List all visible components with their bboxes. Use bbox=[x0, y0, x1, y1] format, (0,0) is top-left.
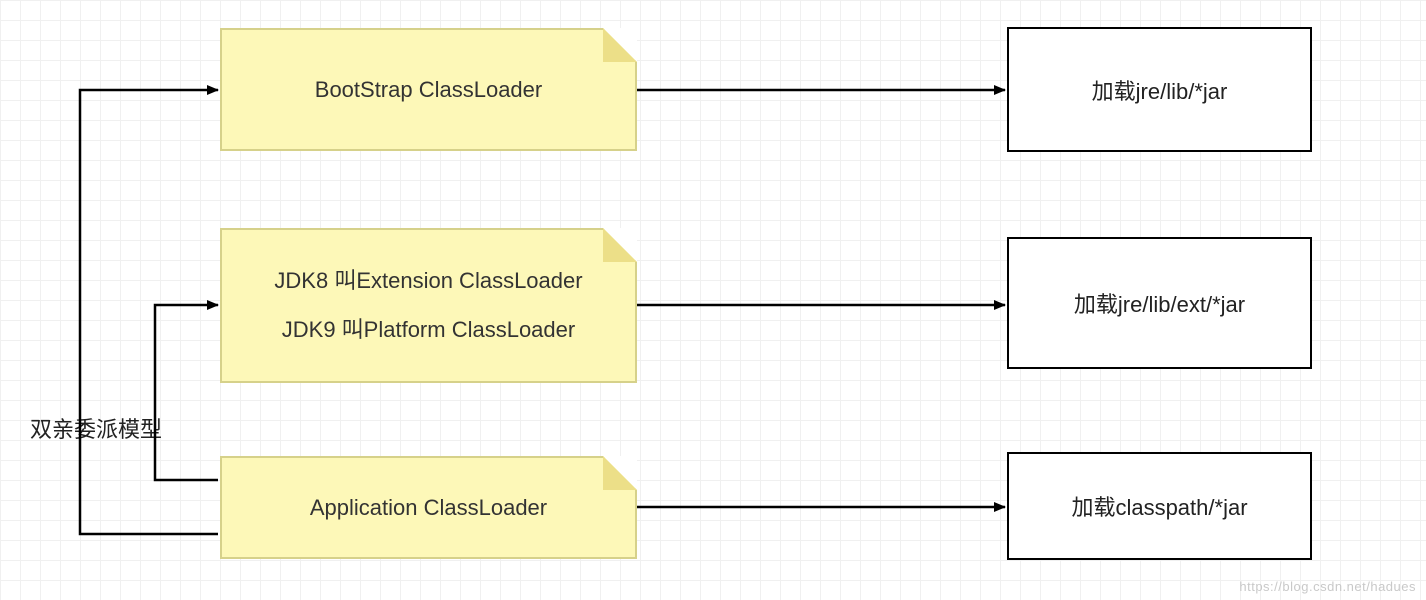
box-jre-lib-ext: 加载jre/lib/ext/*jar bbox=[1007, 237, 1312, 369]
note-extension-line1: JDK8 叫Extension ClassLoader bbox=[274, 257, 582, 305]
note-application-label: Application ClassLoader bbox=[310, 495, 547, 521]
folded-corner-icon bbox=[603, 456, 637, 490]
label-delegation-text: 双亲委派模型 bbox=[30, 417, 162, 442]
diagram-canvas: BootStrap ClassLoader JDK8 叫Extension Cl… bbox=[0, 0, 1426, 600]
box-jre-lib-ext-label: 加载jre/lib/ext/*jar bbox=[1074, 287, 1245, 319]
box-classpath-label: 加载classpath/*jar bbox=[1071, 490, 1247, 522]
box-jre-lib-label: 加载jre/lib/*jar bbox=[1092, 74, 1228, 106]
note-bootstrap-classloader: BootStrap ClassLoader bbox=[220, 28, 637, 151]
note-extension-classloader: JDK8 叫Extension ClassLoader JDK9 叫Platfo… bbox=[220, 228, 637, 383]
note-extension-line2: JDK9 叫Platform ClassLoader bbox=[282, 306, 575, 354]
arrow-application-to-extension bbox=[155, 305, 218, 480]
box-jre-lib: 加载jre/lib/*jar bbox=[1007, 27, 1312, 152]
label-delegation-model: 双亲委派模型 bbox=[30, 412, 162, 444]
note-bootstrap-label: BootStrap ClassLoader bbox=[315, 77, 542, 103]
box-classpath: 加载classpath/*jar bbox=[1007, 452, 1312, 560]
note-application-classloader: Application ClassLoader bbox=[220, 456, 637, 559]
watermark-text: https://blog.csdn.net/hadues bbox=[1239, 579, 1416, 594]
arrow-application-to-bootstrap bbox=[80, 90, 218, 534]
folded-corner-icon bbox=[603, 28, 637, 62]
folded-corner-icon bbox=[603, 228, 637, 262]
